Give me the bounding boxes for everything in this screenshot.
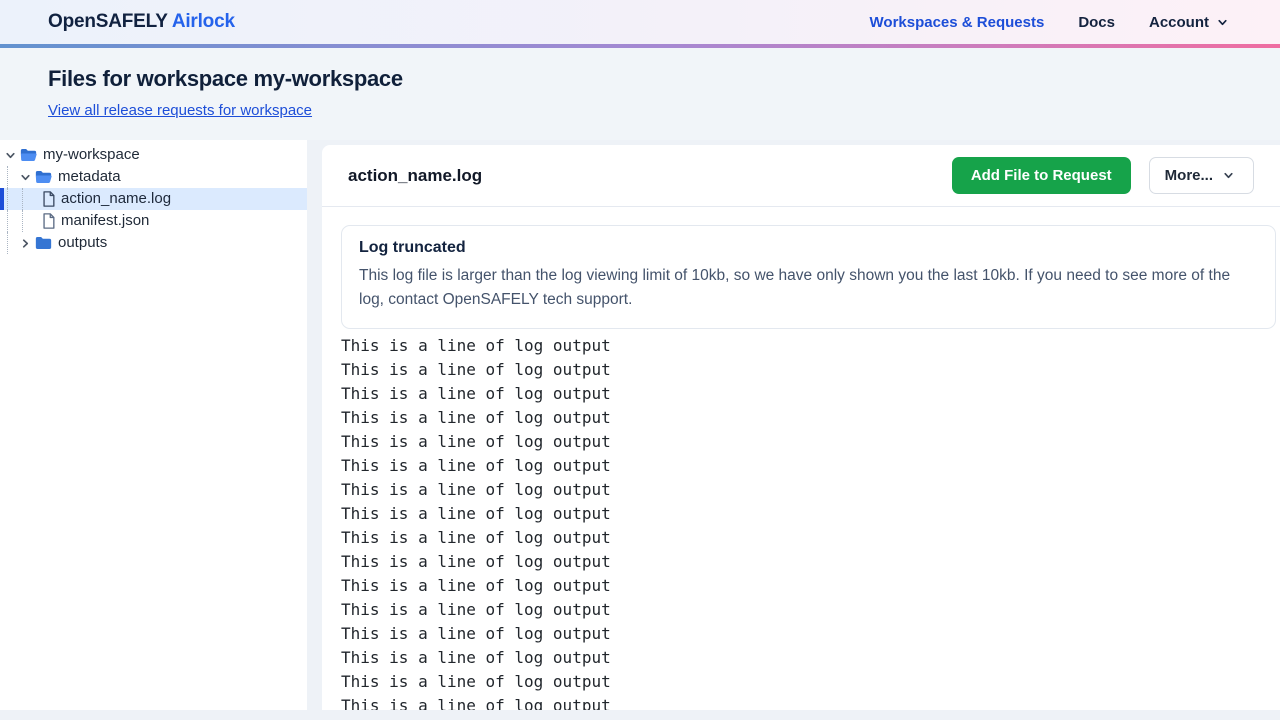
brand-secondary: Airlock [172, 11, 235, 32]
brand-primary: OpenSAFELY [48, 11, 167, 32]
file-actions: Add File to Request More... [952, 157, 1254, 194]
top-navbar: OpenSAFELY Airlock Workspaces & Requests… [0, 0, 1280, 44]
folder-open-icon [20, 148, 37, 162]
file-tree-sidebar: my-workspace metadata [0, 140, 307, 710]
folder-closed-icon [35, 236, 52, 250]
chevron-down-icon [1216, 16, 1229, 29]
file-title: action_name.log [348, 166, 482, 186]
tree-item-label: my-workspace [43, 144, 140, 166]
tree-item-label: manifest.json [61, 210, 149, 232]
log-output: This is a line of log output This is a l… [341, 334, 1276, 710]
tree-indent-guide [22, 188, 34, 210]
tree-item-outputs[interactable]: outputs [0, 232, 307, 254]
tree-indent-guide [7, 188, 19, 210]
log-truncated-heading: Log truncated [359, 239, 1258, 257]
chevron-down-icon [1222, 169, 1235, 182]
tree-item-label: outputs [58, 232, 107, 254]
nav-link-docs[interactable]: Docs [1078, 14, 1115, 31]
tree-item-manifest-json[interactable]: manifest.json [0, 210, 307, 232]
file-panel-body: Log truncated This log file is larger th… [322, 207, 1280, 710]
tree-item-label: action_name.log [61, 188, 171, 210]
page-header: Files for workspace my-workspace View al… [0, 48, 1280, 140]
file-view-panel: action_name.log Add File to Request More… [322, 145, 1280, 710]
chevron-down-icon[interactable] [19, 171, 32, 184]
log-truncated-text: This log file is larger than the log vie… [359, 264, 1258, 312]
tree-item-label: metadata [58, 166, 121, 188]
page-title: Files for workspace my-workspace [48, 65, 1232, 93]
add-file-to-request-button[interactable]: Add File to Request [952, 157, 1131, 194]
account-menu-label: Account [1149, 14, 1209, 31]
content-area: my-workspace metadata [0, 140, 1280, 710]
chevron-right-icon[interactable] [19, 237, 32, 250]
tree-indent-guide [7, 232, 19, 254]
more-menu-label: More... [1165, 167, 1213, 184]
file-icon [42, 213, 55, 229]
tree-item-my-workspace[interactable]: my-workspace [0, 144, 307, 166]
tree-indent-guide [7, 166, 19, 188]
account-menu-button[interactable]: Account [1149, 14, 1232, 31]
more-menu-button[interactable]: More... [1149, 157, 1254, 194]
file-panel-header: action_name.log Add File to Request More… [322, 145, 1280, 207]
log-truncated-card: Log truncated This log file is larger th… [341, 225, 1276, 329]
tree-item-action-name-log[interactable]: action_name.log [0, 188, 307, 210]
folder-open-icon [35, 170, 52, 184]
tree-item-metadata[interactable]: metadata [0, 166, 307, 188]
navbar-links: Workspaces & Requests Docs Account [870, 14, 1232, 31]
tree-indent-guide [22, 210, 34, 232]
chevron-down-icon[interactable] [4, 149, 17, 162]
view-release-requests-link[interactable]: View all release requests for workspace [48, 102, 312, 119]
brand-logo[interactable]: OpenSAFELY Airlock [48, 11, 235, 33]
nav-link-workspaces-requests[interactable]: Workspaces & Requests [870, 14, 1045, 31]
file-icon [42, 191, 55, 207]
tree-indent-guide [7, 210, 19, 232]
